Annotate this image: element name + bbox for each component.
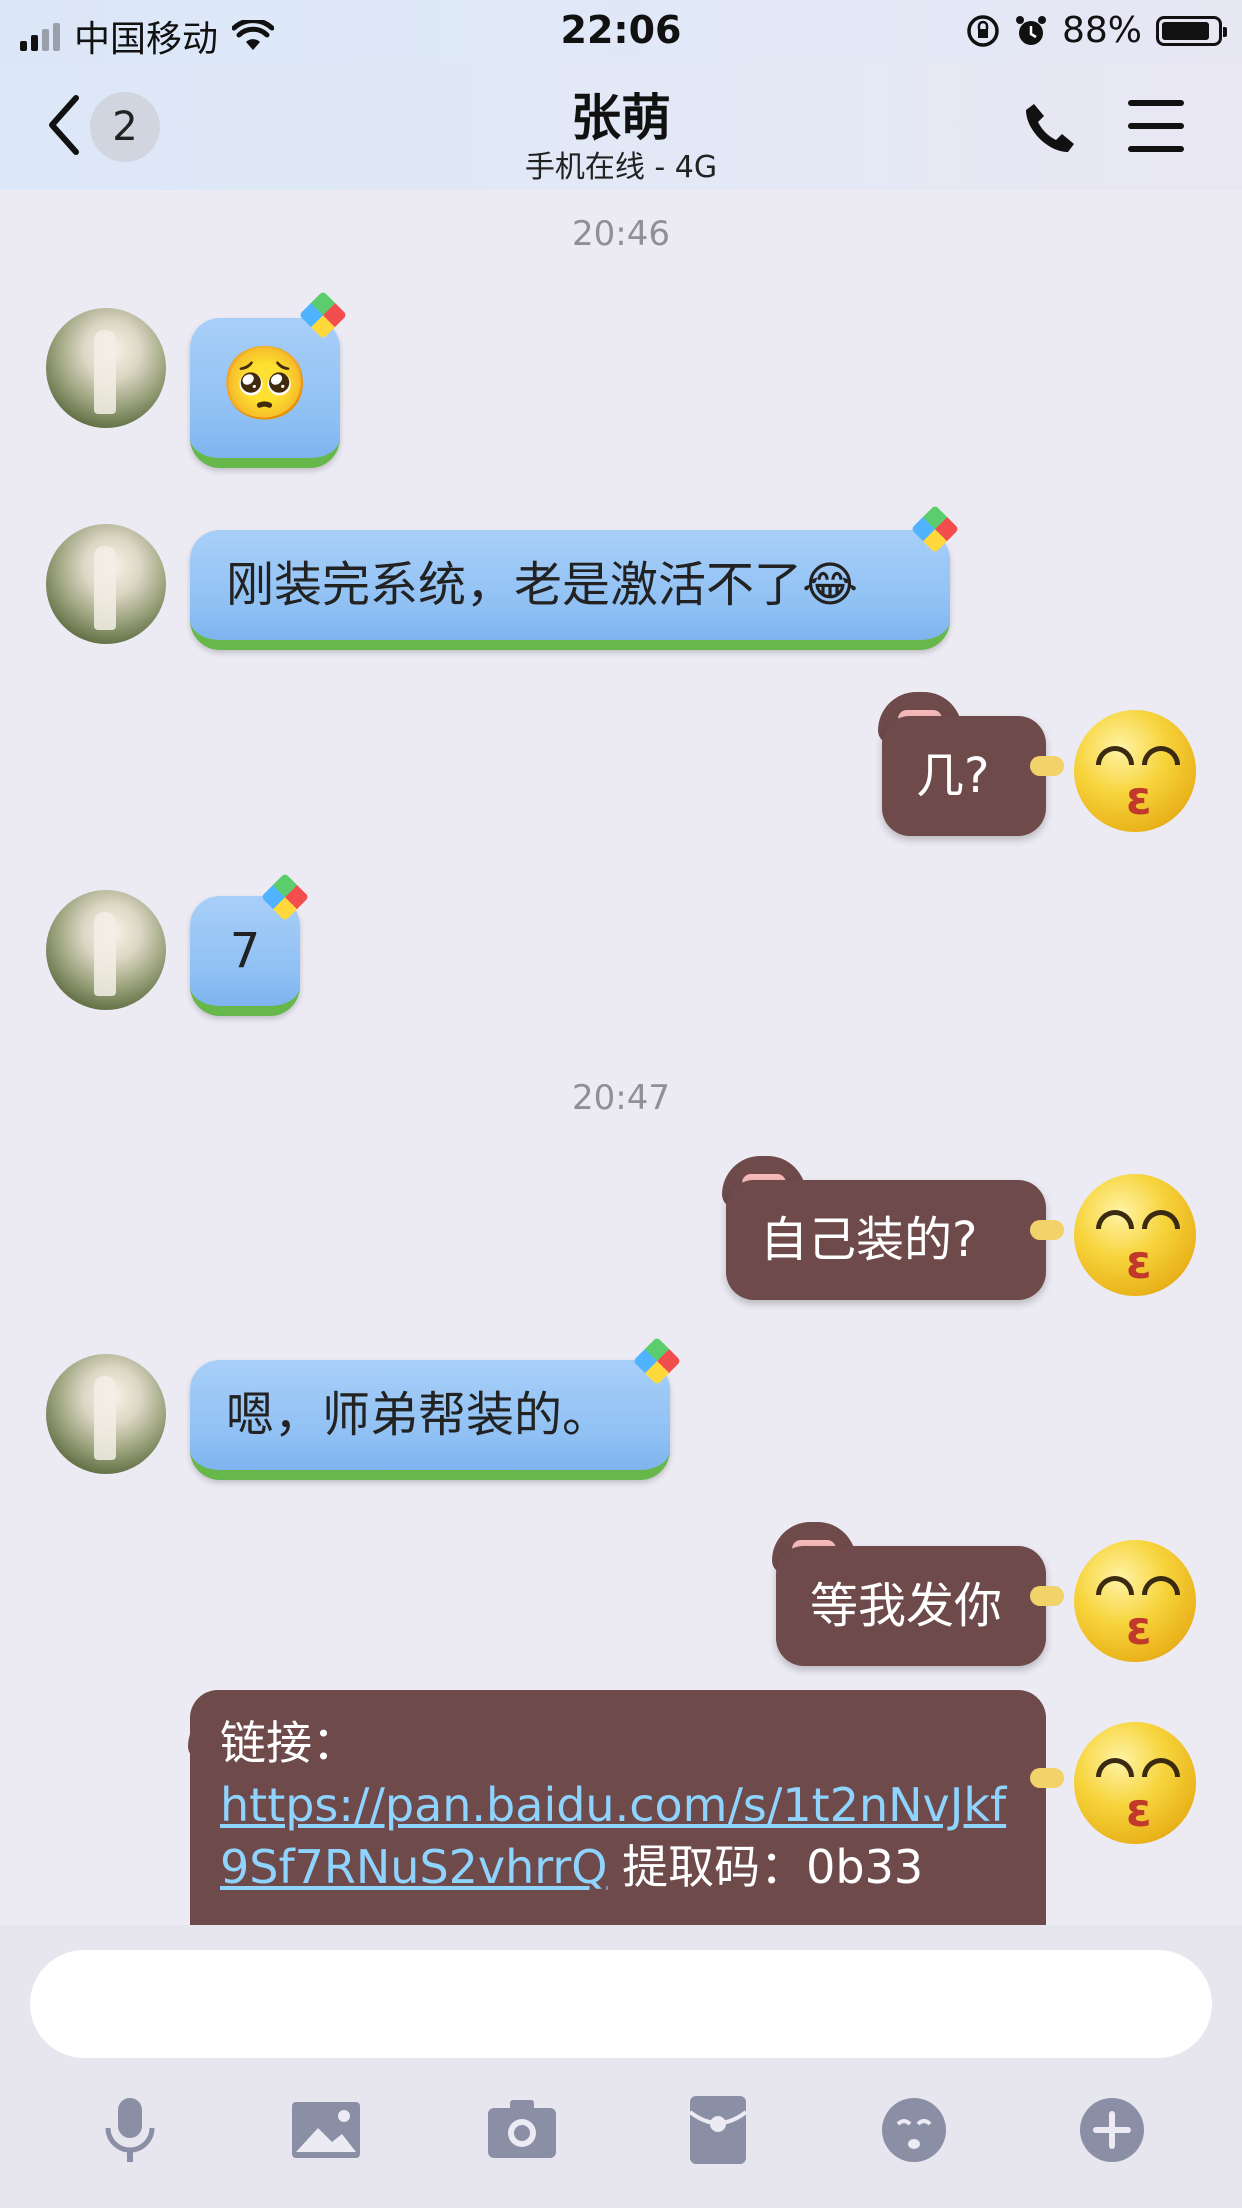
link-label: 链接：: [220, 1716, 358, 1770]
kite-decoration-icon: [300, 298, 348, 346]
kite-decoration-icon: [262, 880, 310, 928]
my-avatar[interactable]: ε: [1074, 1722, 1196, 1844]
kite-decoration-icon: [634, 1344, 682, 1392]
message-input[interactable]: [30, 1950, 1212, 2058]
chat-header: 2 张萌 手机在线 - 4G: [0, 62, 1242, 190]
battery-percent: 88%: [1061, 10, 1142, 51]
message-text: 等我发你: [810, 1578, 1003, 1634]
my-avatar[interactable]: ε: [1074, 1540, 1196, 1662]
red-packet-icon[interactable]: [678, 2090, 758, 2170]
alarm-icon: [1015, 15, 1046, 45]
microphone-icon[interactable]: [90, 2090, 170, 2170]
hand-decoration-icon: [1030, 1768, 1064, 1788]
message-text: 自己装的?: [760, 1212, 978, 1268]
battery-icon: [1156, 15, 1227, 46]
camera-icon[interactable]: [482, 2090, 562, 2170]
message-bubble-right[interactable]: 自己装的?: [726, 1180, 1046, 1300]
message-text: 嗯，师弟帮装的。: [226, 1387, 611, 1443]
status-bar: 中国移动 22:06 88%: [0, 0, 1242, 62]
message-bubble-right[interactable]: 几?: [882, 716, 1046, 836]
composer: [0, 1925, 1242, 2208]
hand-decoration-icon: [1030, 756, 1064, 776]
image-icon[interactable]: [286, 2090, 366, 2170]
message-list[interactable]: 20:46 🥺 刚装完系统，老是激活不了😂 ε 几? 7 20:47 ε 自己装…: [0, 190, 1242, 1925]
phone-icon[interactable]: [1020, 98, 1080, 158]
message-bubble-left[interactable]: 嗯，师弟帮装的。: [190, 1360, 670, 1480]
message-text: 几?: [916, 748, 990, 804]
toolbar: [0, 2090, 1242, 2190]
plus-icon[interactable]: [1072, 2090, 1152, 2170]
hand-decoration-icon: [1030, 1220, 1064, 1240]
timestamp: 20:47: [572, 1078, 670, 1118]
my-avatar[interactable]: ε: [1074, 710, 1196, 832]
message-text: 刚装完系统，老是激活不了😂: [226, 557, 859, 613]
message-bubble-left[interactable]: 刚装完系统，老是激活不了😂: [190, 530, 950, 650]
hand-decoration-icon: [1030, 1586, 1064, 1606]
contact-avatar[interactable]: [46, 890, 166, 1010]
message-bubble-right[interactable]: 等我发你: [776, 1546, 1046, 1666]
timestamp: 20:46: [572, 214, 670, 254]
emoji-icon[interactable]: [874, 2090, 954, 2170]
message-text: 🥺: [220, 341, 310, 425]
contact-avatar[interactable]: [46, 1354, 166, 1474]
my-avatar[interactable]: ε: [1074, 1174, 1196, 1296]
rotation-lock-icon: [967, 14, 999, 47]
message-text: 7: [229, 923, 261, 979]
extraction-code: 提取码：0b33: [622, 1840, 924, 1894]
kite-decoration-icon: [912, 512, 960, 560]
message-bubble-right[interactable]: 链接： https://pan.baidu.com/s/1t2nNvJkf9Sf…: [190, 1690, 1046, 1925]
contact-avatar[interactable]: [46, 524, 166, 644]
menu-icon[interactable]: [1128, 100, 1184, 152]
contact-avatar[interactable]: [46, 308, 166, 428]
